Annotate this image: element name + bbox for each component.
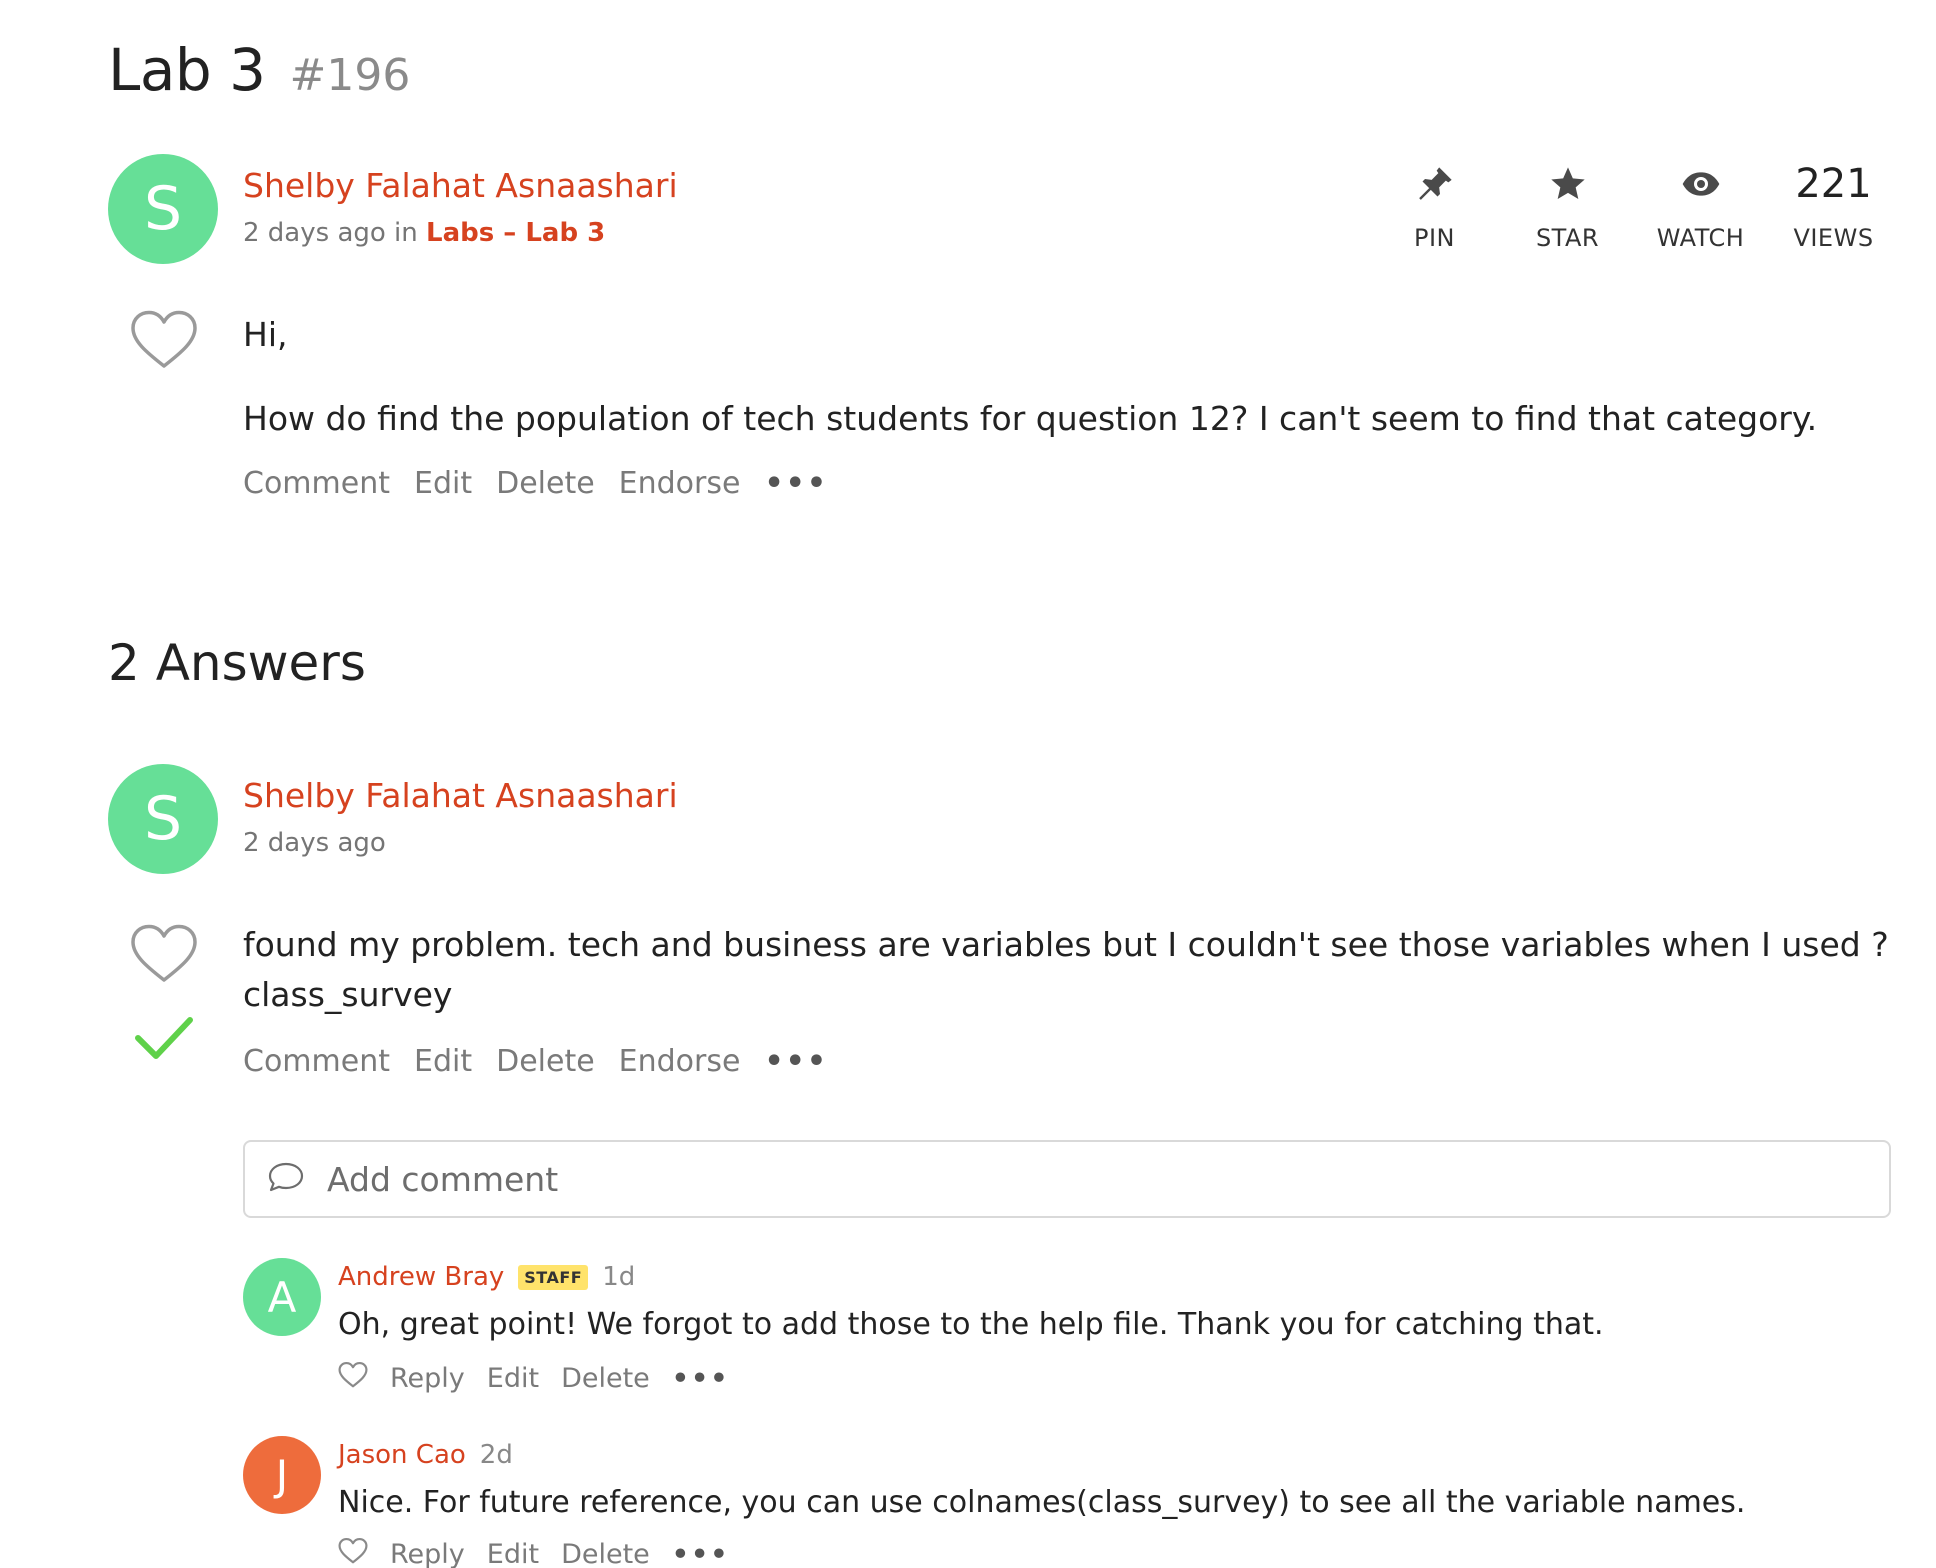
answers-heading: 2 Answers — [108, 634, 366, 692]
star-button[interactable]: STAR — [1501, 158, 1634, 252]
endorse-link[interactable]: Endorse — [619, 1044, 741, 1079]
views-label: VIEWS — [1793, 224, 1874, 252]
answer-body-line1: found my problem. tech and business are … — [243, 925, 1889, 964]
more-options-icon[interactable]: ••• — [672, 1539, 730, 1568]
pin-label: PIN — [1413, 224, 1455, 252]
comment-author[interactable]: Andrew Bray — [338, 1262, 504, 1292]
comment-action-links: Reply Edit Delete ••• — [338, 1362, 730, 1395]
avatar-letter: A — [267, 1272, 297, 1322]
delete-link[interactable]: Delete — [496, 1044, 595, 1079]
reply-link[interactable]: Reply — [390, 1539, 465, 1568]
heart-icon[interactable] — [338, 1538, 368, 1568]
views-counter: 221 VIEWS — [1767, 158, 1900, 252]
watch-label: WATCH — [1656, 224, 1745, 252]
post-author[interactable]: Shelby Falahat Asnaashari — [243, 166, 678, 205]
avatar-letter: J — [275, 1450, 289, 1500]
more-options-icon[interactable]: ••• — [764, 1044, 828, 1079]
heart-icon[interactable] — [130, 924, 198, 984]
accepted-check-icon — [134, 1014, 194, 1066]
comment-avatar[interactable]: J — [243, 1436, 321, 1514]
avatar[interactable]: S — [108, 154, 218, 264]
answer-author[interactable]: Shelby Falahat Asnaashari — [243, 776, 678, 815]
delete-link[interactable]: Delete — [561, 1539, 650, 1568]
post-time: 2 days ago in — [243, 218, 418, 248]
comment-text: Oh, great point! We forgot to add those … — [338, 1307, 1604, 1342]
answer-avatar[interactable]: S — [108, 764, 218, 874]
endorse-link[interactable]: Endorse — [619, 466, 741, 501]
delete-link[interactable]: Delete — [496, 466, 595, 501]
add-comment-input[interactable]: Add comment — [243, 1140, 1891, 1218]
post-action-links: Comment Edit Delete Endorse ••• — [243, 466, 828, 501]
comment-link[interactable]: Comment — [243, 466, 390, 501]
comment-avatar[interactable]: A — [243, 1258, 321, 1336]
answer-action-links: Comment Edit Delete Endorse ••• — [243, 1044, 828, 1079]
star-label: STAR — [1535, 224, 1600, 252]
pin-button[interactable]: PIN — [1368, 158, 1501, 252]
heart-icon[interactable] — [130, 310, 198, 370]
more-options-icon[interactable]: ••• — [672, 1363, 730, 1394]
post-meta: 2 days ago in Labs – Lab 3 — [243, 218, 605, 248]
speech-bubble-icon — [267, 1161, 305, 1197]
answer-body: found my problem. tech and business are … — [243, 920, 1903, 1020]
reply-link[interactable]: Reply — [390, 1363, 465, 1394]
avatar-letter: S — [143, 784, 183, 854]
add-comment-placeholder: Add comment — [327, 1159, 559, 1199]
post-body: How do find the population of tech stude… — [243, 399, 1818, 438]
heart-icon[interactable] — [338, 1362, 368, 1395]
comment-time: 2d — [479, 1440, 513, 1470]
avatar-letter: S — [143, 174, 183, 244]
post-category-link[interactable]: Labs – Lab 3 — [426, 218, 605, 248]
post-title: Lab 3 — [108, 36, 266, 104]
edit-link[interactable]: Edit — [487, 1539, 539, 1568]
comment-link[interactable]: Comment — [243, 1044, 390, 1079]
views-count: 221 — [1795, 161, 1872, 207]
answer-time: 2 days ago — [243, 828, 386, 858]
star-icon — [1548, 158, 1588, 210]
eye-icon — [1681, 158, 1721, 210]
pin-icon — [1415, 158, 1455, 210]
comment-author[interactable]: Jason Cao — [338, 1440, 466, 1470]
edit-link[interactable]: Edit — [414, 466, 472, 501]
post-actions: PIN STAR WATCH 221 VIEWS — [1368, 158, 1900, 252]
post-number: #196 — [289, 50, 411, 101]
comment-header: Jason Cao 2d — [338, 1440, 513, 1470]
watch-button[interactable]: WATCH — [1634, 158, 1767, 252]
comment-text: Nice. For future reference, you can use … — [338, 1485, 1746, 1520]
delete-link[interactable]: Delete — [561, 1363, 650, 1394]
post-title-row: Lab 3 #196 — [108, 36, 410, 104]
answer-body-line2: class_survey — [243, 975, 453, 1014]
more-options-icon[interactable]: ••• — [764, 466, 828, 501]
staff-badge: STAFF — [518, 1264, 589, 1290]
edit-link[interactable]: Edit — [487, 1363, 539, 1394]
comment-time: 1d — [602, 1262, 636, 1292]
edit-link[interactable]: Edit — [414, 1044, 472, 1079]
comment-header: Andrew Bray STAFF 1d — [338, 1262, 635, 1292]
comment-action-links: Reply Edit Delete ••• — [338, 1538, 730, 1568]
post-greeting: Hi, — [243, 315, 288, 354]
